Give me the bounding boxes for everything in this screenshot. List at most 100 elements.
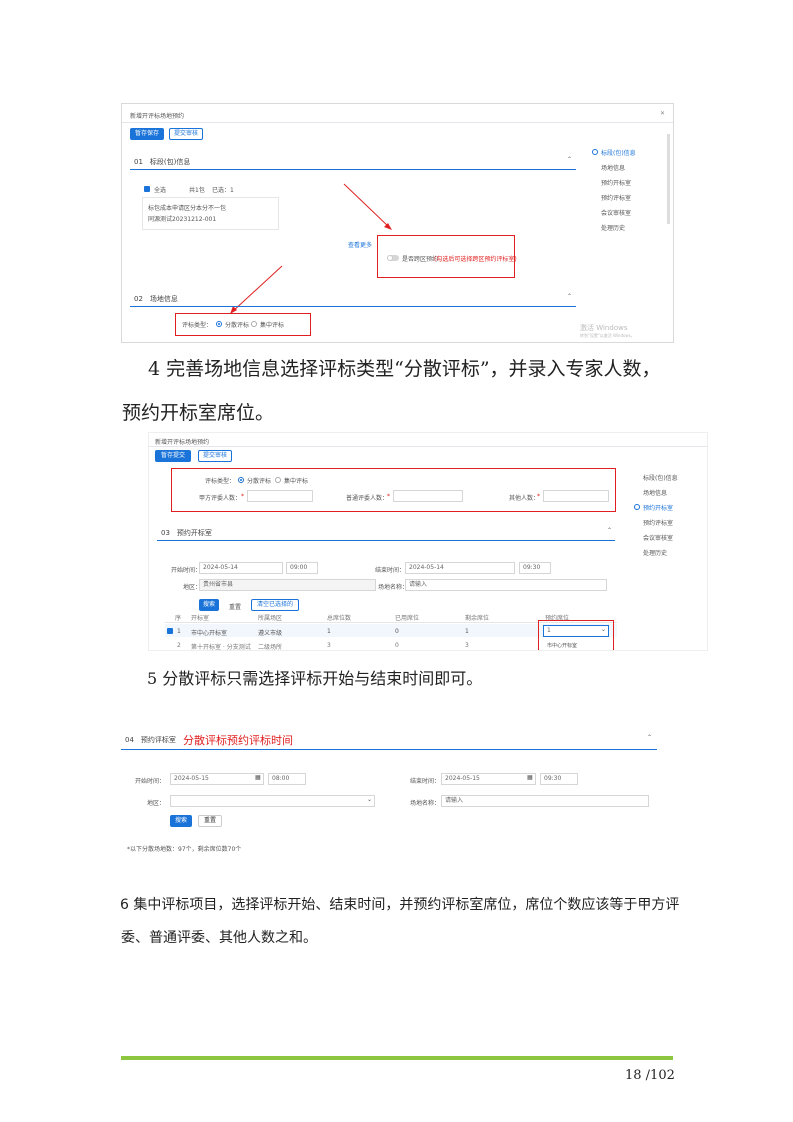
start-label-3: 开始时间： <box>135 778 166 785</box>
row-checkbox[interactable] <box>167 628 173 634</box>
nav-item-3[interactable]: 预约开标室 <box>643 503 673 512</box>
clear-selection-button[interactable]: 清空已选择的 <box>251 599 299 611</box>
reserve-seat-select[interactable]: 1 <box>543 625 609 637</box>
paragraph-5: 5 分散评标只需选择评标开始与结束时间即可。 <box>147 669 483 688</box>
row2-room: 第十开标室 · 分支测试 <box>191 644 251 651</box>
watermark-sub: 转到"设置"以激活 Windows。 <box>580 333 635 338</box>
collapse-icon-3[interactable]: ⌃ <box>607 527 612 534</box>
other-input[interactable] <box>543 490 609 502</box>
collapse-icon-4[interactable]: ⌃ <box>647 734 652 741</box>
area-label-3: 地区： <box>147 800 166 807</box>
end-time-3[interactable]: 09:30 <box>540 773 578 785</box>
save-button-2[interactable]: 暂存提交 <box>155 450 191 462</box>
centralized-label: 集中评标 <box>260 322 285 329</box>
dispersed-radio-2[interactable] <box>238 477 244 483</box>
dispersed-label-2: 分散评标 <box>247 478 272 485</box>
start-label-2: 开始时间： <box>171 567 202 574</box>
nav-item-1[interactable]: 标段(包)信息 <box>601 148 636 157</box>
venue-input-3[interactable]: 请输入 <box>441 795 649 807</box>
scrollbar[interactable] <box>667 134 670 224</box>
row1-remaining: 1 <box>465 628 469 635</box>
search-button-3[interactable]: 搜索 <box>170 815 192 827</box>
eval-type-label: 评标类型： <box>182 322 213 329</box>
row2-total: 3 <box>327 642 331 649</box>
end-label-3: 结束时间： <box>410 778 441 785</box>
normal-input[interactable] <box>393 490 463 502</box>
watermark-title: 激活 Windows <box>580 324 628 332</box>
end-date-2[interactable]: 2024-05-14 <box>405 562 515 574</box>
nav-item-4[interactable]: 预约评标室 <box>643 518 673 527</box>
row2-used: 0 <box>395 642 399 649</box>
nav-active-dot <box>592 149 598 155</box>
venue-input-2[interactable]: 请输入 <box>405 579 607 591</box>
required-mark-c: * <box>537 493 540 500</box>
dispersed-radio[interactable] <box>216 321 222 327</box>
activation-watermark: 激活 Windows 转到"设置"以激活 Windows。 <box>580 323 635 339</box>
page-number: 18 /102 <box>625 1068 675 1083</box>
area-select-3[interactable] <box>170 795 375 807</box>
screenshot-1: 新增开评标场地预约 ✕ 暂存保存 提交审核 01 标段(包)信息 ⌃ 全选 共1… <box>121 103 674 343</box>
header-used: 已用席位 <box>395 615 420 622</box>
area-select-2[interactable]: 贵州省市县 <box>199 579 376 591</box>
end-time-2[interactable]: 09:30 <box>519 562 551 574</box>
section-title-4: 04 预约评标室 <box>125 736 176 744</box>
centralized-radio[interactable] <box>251 321 257 327</box>
dropdown-option[interactable]: 市中心开标室 <box>547 642 577 649</box>
row2-remaining: 3 <box>465 642 469 649</box>
nav-item-3[interactable]: 预约开标室 <box>601 178 631 187</box>
nav-item-2[interactable]: 场地信息 <box>601 163 625 172</box>
venue-note: *以下分散场地数：97个，剩余席位数70个 <box>127 846 242 853</box>
calendar-icon: ▦ <box>255 774 261 781</box>
row1-zone: 遵义市级 <box>258 630 283 637</box>
row1-used: 0 <box>395 628 399 635</box>
reset-button-3[interactable]: 重置 <box>198 815 222 827</box>
other-label: 其他人数： <box>509 495 540 502</box>
start-time-3[interactable]: 08:00 <box>268 773 306 785</box>
paragraph-4-line-2: 预约开标室席位。 <box>122 402 275 424</box>
chevron-down-icon: ⌄ <box>601 626 607 633</box>
screenshot-3: 04 预约评标室 分散评标预约评标时间 ⌃ 开始时间： 2024-05-15 ▦… <box>121 724 661 856</box>
required-mark-a: * <box>241 493 244 500</box>
eval-type-label-2: 评标类型： <box>205 478 236 485</box>
reset-button-2[interactable]: 重置 <box>229 602 241 611</box>
venue-label-3: 场地名称： <box>410 800 441 807</box>
row1-total: 1 <box>327 628 331 635</box>
paragraph-4-line-1: 4 完善场地信息选择评标类型“分散评标”，并录入专家人数， <box>148 358 661 380</box>
chevron-down-icon-3: ⌄ <box>367 796 373 803</box>
party-a-label: 甲方评委人数： <box>199 495 242 502</box>
section-underline-3 <box>157 540 615 541</box>
nav-item-5[interactable]: 会议审核室 <box>601 208 631 217</box>
start-date-2[interactable]: 2024-05-14 <box>199 562 283 574</box>
nav-item-6[interactable]: 处理历史 <box>643 548 667 557</box>
dialog-title-2: 新增开评标场地预约 <box>155 439 210 446</box>
end-date-3[interactable]: 2024-05-15 <box>441 773 536 785</box>
nav-item-2[interactable]: 场地信息 <box>643 488 667 497</box>
collapse-icon-2[interactable]: ⌃ <box>567 293 572 300</box>
start-time-2[interactable]: 09:00 <box>286 562 318 574</box>
section-title-3: 03 预约开标室 <box>161 529 212 537</box>
nav-item-6[interactable]: 处理历史 <box>601 223 625 232</box>
submit-button-2[interactable]: 提交审核 <box>198 450 232 462</box>
normal-label: 普通评委人数： <box>346 495 389 502</box>
header-total: 总席位数 <box>327 615 352 622</box>
paragraph-6-line-1: 6 集中评标项目，选择评标开始、结束时间，并预约评标室席位，席位个数应该等于甲方… <box>120 897 680 913</box>
centralized-label-2: 集中评标 <box>284 478 309 485</box>
search-button-2[interactable]: 搜索 <box>199 599 219 611</box>
section-underline-4 <box>121 749 657 750</box>
section-title-2: 02 场地信息 <box>134 295 178 303</box>
end-label-2: 结束时间： <box>375 567 406 574</box>
section-underline-2 <box>130 306 576 307</box>
party-a-input[interactable] <box>247 490 313 502</box>
nav-item-4[interactable]: 预约评标室 <box>601 193 631 202</box>
start-date-3[interactable]: 2024-05-15 <box>170 773 264 785</box>
centralized-radio-2[interactable] <box>275 477 281 483</box>
header-seq: 序 <box>175 615 182 622</box>
calendar-icon-2: ▦ <box>527 774 533 781</box>
footer-bar <box>121 1056 673 1060</box>
divider-2 <box>149 446 707 447</box>
required-mark-b: * <box>387 493 390 500</box>
nav-item-1[interactable]: 标段(包)信息 <box>643 473 678 482</box>
annotation-text: 分散评标预约评标时间 <box>183 734 293 747</box>
paragraph-6-line-2: 委、普通评委、其他人数之和。 <box>121 930 317 946</box>
nav-item-5[interactable]: 会议审核室 <box>643 533 673 542</box>
